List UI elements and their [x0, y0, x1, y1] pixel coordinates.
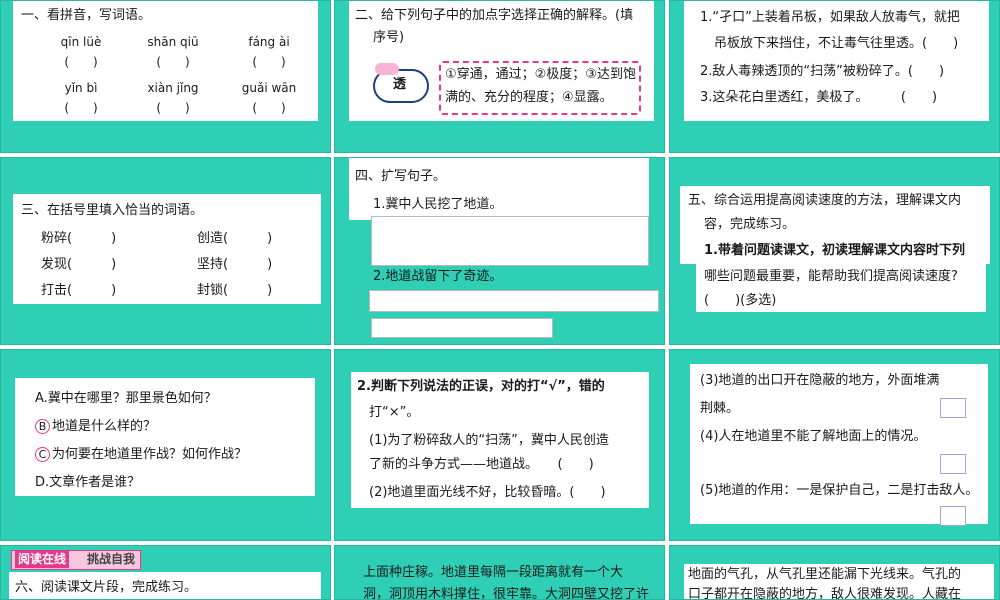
- cloud-word: 透: [393, 77, 407, 92]
- option-b-circle: B: [35, 419, 50, 434]
- question-5-line-4: 哪些问题最重要，能帮助我们提高阅读速度?: [704, 269, 958, 284]
- question-2-title: 二、给下列句子中的加点字选择正确的解释。(填: [355, 8, 634, 23]
- slide-4[interactable]: 三、在括号里填入恰当的词语。 粉碎( ) 发现( ) 打击( ) 创造( ) 坚…: [0, 157, 331, 345]
- answer-box-3[interactable]: [371, 318, 553, 338]
- expand-title: 四、扩写句子。: [355, 169, 447, 184]
- option-b[interactable]: B 地道是什么样的？: [35, 418, 156, 436]
- answer-box-item-4[interactable]: [940, 454, 966, 474]
- slide-grid: 一、看拼音，写词语。 qīn lüè shān qiū fáng ài ( ) …: [0, 0, 1000, 600]
- option-c-circle: C: [35, 447, 50, 462]
- expand-sentence-2: 2.地道战留下了奇迹。: [373, 269, 503, 284]
- judge-item-4: (4)人在地道里不能了解地面上的情况。: [700, 429, 927, 444]
- slide-3[interactable]: 1.“孑口”上装着吊板，如果敌人放毒气，就把 吊板放下来挡住，不让毒气往里透。(…: [669, 0, 1000, 153]
- slide-8[interactable]: 2.判断下列说法的正误，对的打“√”，错的 打“×”。 (1)为了粉碎敌人的“扫…: [334, 349, 665, 541]
- answer-paren-5[interactable]: ( ): [133, 99, 213, 117]
- judge-title-1: 2.判断下列说法的正误，对的打“√”，错的: [357, 379, 605, 394]
- slide-1[interactable]: 一、看拼音，写词语。 qīn lüè shān qiū fáng ài ( ) …: [0, 0, 331, 153]
- passage-line-1: 上面种庄稼。地道里每隔一段距离就有一个大: [363, 565, 624, 580]
- answer-box-1[interactable]: [371, 216, 649, 266]
- slide-6[interactable]: 五、综合运用提高阅读速度的方法，理解课文内 容，完成练习。 1.带着问题读课文，…: [669, 157, 1000, 345]
- question-5-line-2: 容，完成练习。: [704, 217, 796, 232]
- slide-9[interactable]: (3)地道的出口开在隐蔽的地方，外面堆满 荆棘。 (4)人在地道里不能了解地面上…: [669, 349, 1000, 541]
- pinyin-6: guǎi wān: [241, 81, 297, 95]
- judge-title-2: 打“×”。: [369, 405, 420, 420]
- fill-word-right-2[interactable]: 坚持( ): [197, 256, 272, 274]
- pinyin-3: fáng ài: [248, 35, 290, 49]
- judge-item-3a: (3)地道的出口开在隐蔽的地方，外面堆满: [700, 373, 940, 388]
- question-2-title-cont: 序号): [373, 30, 405, 45]
- judge-item-1b: 了新的斗争方式——地道战。 ( ): [369, 457, 594, 472]
- answer-box-item-3[interactable]: [940, 398, 966, 418]
- question-5-line-1: 五、综合运用提高阅读速度的方法，理解课文内: [688, 193, 962, 208]
- option-a[interactable]: A.冀中在哪里？那里景色如何？: [35, 390, 217, 408]
- slide-7[interactable]: A.冀中在哪里？那里景色如何？ B 地道是什么样的？ C 为何要在地道里作战？如何作…: [0, 349, 331, 541]
- option-c[interactable]: C 为何要在地道里作战？如何作战？: [35, 446, 247, 464]
- fill-word-left-3[interactable]: 打击( ): [41, 282, 116, 300]
- passage-line-2: 洞，洞顶用木料撑住，很牢靠。大洞四壁又挖了许: [363, 587, 650, 600]
- fill-word-left-1[interactable]: 粉碎( ): [41, 230, 116, 248]
- definition-line-1: ①穿通，通过；②极度；③达到饱: [445, 67, 636, 82]
- slide-10[interactable]: 阅读在线 挑战自我 六、阅读课文片段，完成练习。: [0, 545, 331, 600]
- judge-item-1a: (1)为了粉碎敌人的“扫荡”，冀中人民创造: [369, 433, 609, 448]
- answer-paren-6[interactable]: ( ): [229, 99, 309, 117]
- question-6-title: 六、阅读课文片段，完成练习。: [15, 580, 198, 595]
- sentence-1b: 吊板放下来挡住，不让毒气往里透。( ): [714, 36, 959, 51]
- question-5-line-3: 1.带着问题读课文，初读理解课文内容时下列: [704, 243, 965, 258]
- option-b-text: 地道是什么样的？: [52, 419, 157, 434]
- slide-11[interactable]: 上面种庄稼。地道里每隔一段距离就有一个大 洞，洞顶用木料撑住，很牢靠。大洞四壁又…: [334, 545, 665, 600]
- judge-item-5: (5)地道的作用：一是保护自己，二是打击敌人。: [700, 483, 979, 498]
- question-5-line-5[interactable]: ( )(多选): [704, 292, 776, 310]
- fill-words-title: 三、在括号里填入恰当的词语。: [21, 203, 204, 218]
- banner-sub: 挑战自我: [87, 552, 136, 566]
- passage-right-line-2: 口子都开在隐蔽的地方，敌人很难发现。人藏在: [688, 587, 962, 600]
- pinyin-5: xiàn jǐng: [147, 81, 199, 95]
- option-c-text: 为何要在地道里作战？如何作战？: [52, 447, 248, 462]
- definition-line-2: 满的、充分的程度；④显露。: [445, 90, 613, 105]
- answer-box-2[interactable]: [369, 290, 659, 312]
- fill-word-right-3[interactable]: 封锁( ): [197, 282, 272, 300]
- answer-box-item-5[interactable]: [940, 506, 966, 526]
- answer-paren-1[interactable]: ( ): [41, 53, 121, 71]
- pinyin-title: 一、看拼音，写词语。: [21, 8, 152, 23]
- pinyin-1: qīn lüè: [60, 35, 102, 49]
- sentence-1a: 1.“孑口”上装着吊板，如果敌人放毒气，就把: [700, 10, 960, 25]
- judge-item-3b: 荆棘。: [700, 401, 740, 416]
- banner-label: 阅读在线: [15, 550, 70, 568]
- sentence-3: 3.这朵花白里透红，美极了。 ( ): [700, 90, 938, 105]
- answer-paren-3[interactable]: ( ): [229, 53, 309, 71]
- slide-12[interactable]: 地面的气孔，从气孔里还能漏下光线来。气孔的 口子都开在隐蔽的地方，敌人很难发现。…: [669, 545, 1000, 600]
- expand-sentence-1: 1.冀中人民挖了地道。: [373, 197, 503, 212]
- flower-icon: [375, 63, 399, 75]
- option-d[interactable]: D.文章作者是谁？: [35, 474, 140, 492]
- pinyin-4: yǐn bì: [64, 81, 98, 95]
- passage-right-line-1: 地面的气孔，从气孔里还能漏下光线来。气孔的: [688, 567, 962, 582]
- answer-paren-4[interactable]: ( ): [41, 99, 121, 117]
- sentence-2: 2.敌人毒辣透顶的“扫荡”被粉碎了。( ): [700, 64, 945, 79]
- fill-word-left-2[interactable]: 发现( ): [41, 256, 116, 274]
- slide-2[interactable]: 二、给下列句子中的加点字选择正确的解释。(填 序号) 透 ①穿通，通过；②极度；…: [334, 0, 665, 153]
- fill-word-right-1[interactable]: 创造( ): [197, 230, 272, 248]
- answer-paren-2[interactable]: ( ): [133, 53, 213, 71]
- slide-5[interactable]: 四、扩写句子。 1.冀中人民挖了地道。 2.地道战留下了奇迹。: [334, 157, 665, 345]
- judge-item-2: (2)地道里面光线不好，比较昏暗。( ): [369, 485, 606, 500]
- pinyin-2: shān qiū: [147, 35, 199, 49]
